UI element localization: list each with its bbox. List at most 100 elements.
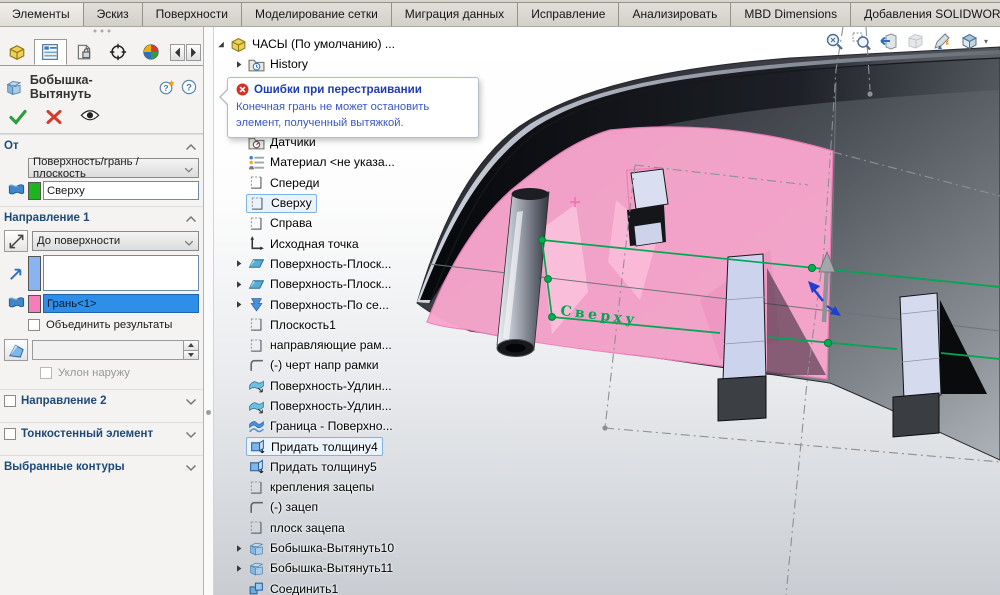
- ribbon-tab-6[interactable]: Исправление: [518, 2, 619, 27]
- tree-item[interactable]: Бобышка-Вытянуть10: [217, 538, 479, 558]
- expand-arrow-icon[interactable]: [235, 280, 248, 289]
- surfplane-icon: [248, 255, 265, 272]
- tree-item[interactable]: Поверхность-Плоск...: [217, 254, 479, 274]
- whats-new-help-icon[interactable]: ?: [159, 79, 175, 95]
- tree-item[interactable]: Поверхность-Удлин...: [217, 376, 479, 396]
- dir1-end-condition-dropdown[interactable]: До поверхности: [32, 231, 199, 251]
- expand-arrow-icon[interactable]: [235, 564, 248, 573]
- tree-item[interactable]: Придать толщину4: [217, 436, 479, 456]
- tree-item[interactable]: Исходная точка: [217, 233, 479, 253]
- preview-eye-button[interactable]: [80, 108, 100, 126]
- tree-item[interactable]: Поверхность-По се...: [217, 294, 479, 314]
- direction2-checkbox[interactable]: [4, 395, 16, 407]
- zoom-fit-icon[interactable]: [822, 29, 846, 53]
- expand-arrow-icon[interactable]: [217, 40, 230, 49]
- ribbon-tab-9[interactable]: Добавления SOLIDWORKS: [851, 2, 1000, 27]
- tree-item[interactable]: Справа: [217, 213, 479, 233]
- zoom-area-icon[interactable]: [849, 29, 873, 53]
- tree-item[interactable]: Придать толщину5: [217, 457, 479, 477]
- pink-swatch: [28, 295, 41, 313]
- section-view-icon[interactable]: [903, 29, 927, 53]
- display-style-icon[interactable]: [995, 29, 1000, 53]
- ribbon-tab-1[interactable]: Элементы: [0, 2, 84, 27]
- edit-appearance-icon[interactable]: [930, 29, 954, 53]
- part-icon: [230, 36, 247, 53]
- manager-tab-dimxpertmanager[interactable]: [101, 39, 135, 65]
- tree-item[interactable]: Граница - Поверхно...: [217, 416, 479, 436]
- svg-text:?: ?: [163, 83, 168, 93]
- view-orientation-caret-icon[interactable]: ▾: [984, 29, 992, 53]
- expand-arrow-icon[interactable]: [235, 60, 248, 69]
- expand-arrow-icon[interactable]: [235, 544, 248, 553]
- tree-item[interactable]: History: [217, 54, 479, 74]
- section-direction2[interactable]: Направление 2: [0, 389, 203, 410]
- plane-icon: [248, 215, 265, 232]
- dir1-vector-input[interactable]: [43, 255, 199, 291]
- panel-actions: [0, 104, 203, 134]
- surfplane-icon: [248, 276, 265, 293]
- tree-item[interactable]: Плоскость1: [217, 315, 479, 335]
- section-from[interactable]: От: [0, 134, 203, 155]
- draft-angle-field[interactable]: [32, 340, 199, 360]
- manager-tab-displaymanager[interactable]: [134, 39, 168, 65]
- tree-item[interactable]: направляющие рам...: [217, 335, 479, 355]
- tooltip-title: Ошибки при перестраивании: [254, 83, 422, 96]
- expand-arrow-icon[interactable]: [235, 259, 248, 268]
- rebuild-error-tooltip: Ошибки при перестраивании Конечная грань…: [227, 77, 479, 138]
- tree-item[interactable]: ЧАСЫ (По умолчанию) ...: [217, 34, 479, 54]
- draft-spinner[interactable]: [183, 341, 198, 359]
- dir1-face-row: Грань<1>: [4, 294, 199, 313]
- from-dropdown[interactable]: Поверхность/грань /плоскость: [28, 158, 199, 178]
- tree-item[interactable]: (-) черт напр рамки: [217, 355, 479, 375]
- section-selected-contours[interactable]: Выбранные контуры: [0, 455, 203, 476]
- previous-view-icon[interactable]: [876, 29, 900, 53]
- tree-item-label: Сверху: [271, 196, 312, 210]
- scroll-left-button[interactable]: [170, 44, 185, 61]
- tree-item-label: ЧАСЫ (По умолчанию) ...: [252, 37, 395, 51]
- ribbon-tab-7[interactable]: Анализировать: [619, 2, 731, 27]
- dir1-face-input[interactable]: Грань<1>: [43, 294, 199, 313]
- tree-item[interactable]: крепления зацепы: [217, 477, 479, 497]
- ribbon-tab-2[interactable]: Эскиз: [84, 2, 143, 27]
- ribbon-tab-3[interactable]: Поверхности: [143, 2, 242, 27]
- thin-feature-checkbox[interactable]: [4, 428, 16, 440]
- ribbon-tab-4[interactable]: Моделирование сетки: [242, 2, 392, 27]
- tree-item[interactable]: Поверхность-Удлин...: [217, 396, 479, 416]
- manager-tab-featuremanager[interactable]: [0, 39, 34, 65]
- panel-grip[interactable]: [0, 27, 203, 35]
- section-thin-feature[interactable]: Тонкостенный элемент: [0, 422, 203, 443]
- merge-result-checkbox[interactable]: [28, 319, 40, 331]
- manager-tab-configurationmanager[interactable]: [67, 39, 101, 65]
- draft-outward-checkbox[interactable]: [40, 367, 52, 379]
- boundary-icon: [248, 418, 265, 435]
- manager-tab-propertymanager[interactable]: [34, 39, 68, 65]
- selected-tree-item[interactable]: Придать толщину4: [246, 437, 383, 456]
- feature-tree-top: ЧАСЫ (По умолчанию) ... History: [217, 34, 479, 75]
- tree-item[interactable]: Спереди: [217, 173, 479, 193]
- tree-item[interactable]: плоск зацепа: [217, 518, 479, 538]
- tree-item[interactable]: Сверху: [217, 193, 479, 213]
- scroll-right-button[interactable]: [186, 44, 201, 61]
- selected-tree-item[interactable]: Сверху: [246, 194, 317, 213]
- draft-button[interactable]: [4, 339, 28, 361]
- tree-item[interactable]: Поверхность-Плоск...: [217, 274, 479, 294]
- thicken-icon: [248, 458, 265, 475]
- from-face-input[interactable]: Сверху: [43, 181, 199, 200]
- cancel-button[interactable]: [44, 108, 64, 126]
- tree-item[interactable]: Бобышка-Вытянуть11: [217, 558, 479, 578]
- section-direction1[interactable]: Направление 1: [0, 206, 203, 227]
- axis-endpoint: [867, 91, 872, 96]
- tree-item[interactable]: Материал <не указа...: [217, 152, 479, 172]
- reverse-direction-button[interactable]: [4, 230, 28, 252]
- ok-button[interactable]: [8, 108, 28, 126]
- ribbon-tab-8[interactable]: MBD Dimensions: [731, 2, 851, 27]
- panel-splitter[interactable]: [204, 27, 214, 595]
- ribbon-tab-5[interactable]: Миграция данных: [392, 2, 518, 27]
- ribbon-tab-bar: ЭлементыЭскизПоверхностиМоделирование се…: [0, 0, 1000, 27]
- tree-item[interactable]: (-) зацеп: [217, 497, 479, 517]
- tree-item[interactable]: Соединить1: [217, 579, 479, 595]
- chevron-down-icon: [185, 463, 197, 471]
- view-orientation-icon[interactable]: [957, 29, 981, 53]
- expand-arrow-icon[interactable]: [235, 300, 248, 309]
- help-icon[interactable]: ?: [181, 79, 197, 95]
